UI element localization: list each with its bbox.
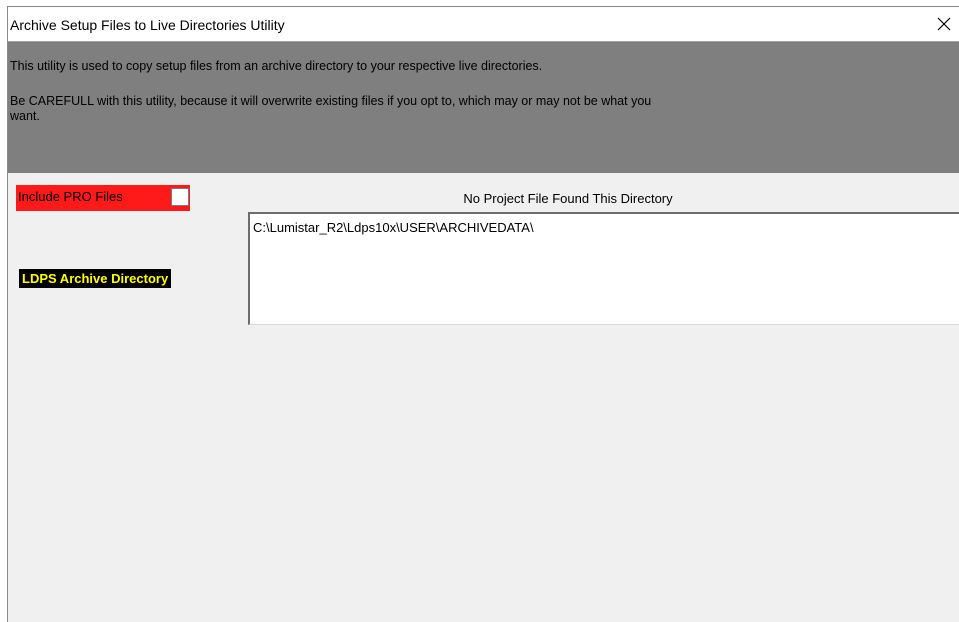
- include-pro-files-label: Include PRO Files: [18, 189, 123, 204]
- window-title: Archive Setup Files to Live Directories …: [10, 17, 285, 33]
- title-bar[interactable]: Archive Setup Files to Live Directories …: [8, 7, 959, 41]
- close-icon: [937, 17, 950, 31]
- archive-directory-path: C:\Lumistar_R2\Ldps10x\USER\ARCHIVEDATA\: [253, 220, 534, 235]
- info-text-line-1: This utility is used to copy setup files…: [10, 59, 543, 73]
- include-pro-files-checkbox[interactable]: [171, 188, 189, 206]
- info-panel: This utility is used to copy setup files…: [8, 41, 959, 173]
- project-file-status: No Project File Found This Directory: [463, 191, 673, 206]
- info-text-line-3: want.: [10, 109, 40, 123]
- info-text-line-2: Be CAREFULL with this utility, because i…: [10, 94, 652, 108]
- include-pro-files-toggle[interactable]: Include PRO Files: [16, 185, 190, 211]
- utility-window: Archive Setup Files to Live Directories …: [7, 6, 959, 622]
- archive-directory-box[interactable]: C:\Lumistar_R2\Ldps10x\USER\ARCHIVEDATA\: [248, 212, 959, 325]
- archive-directory-label: LDPS Archive Directory: [19, 269, 172, 288]
- close-button[interactable]: [927, 7, 959, 41]
